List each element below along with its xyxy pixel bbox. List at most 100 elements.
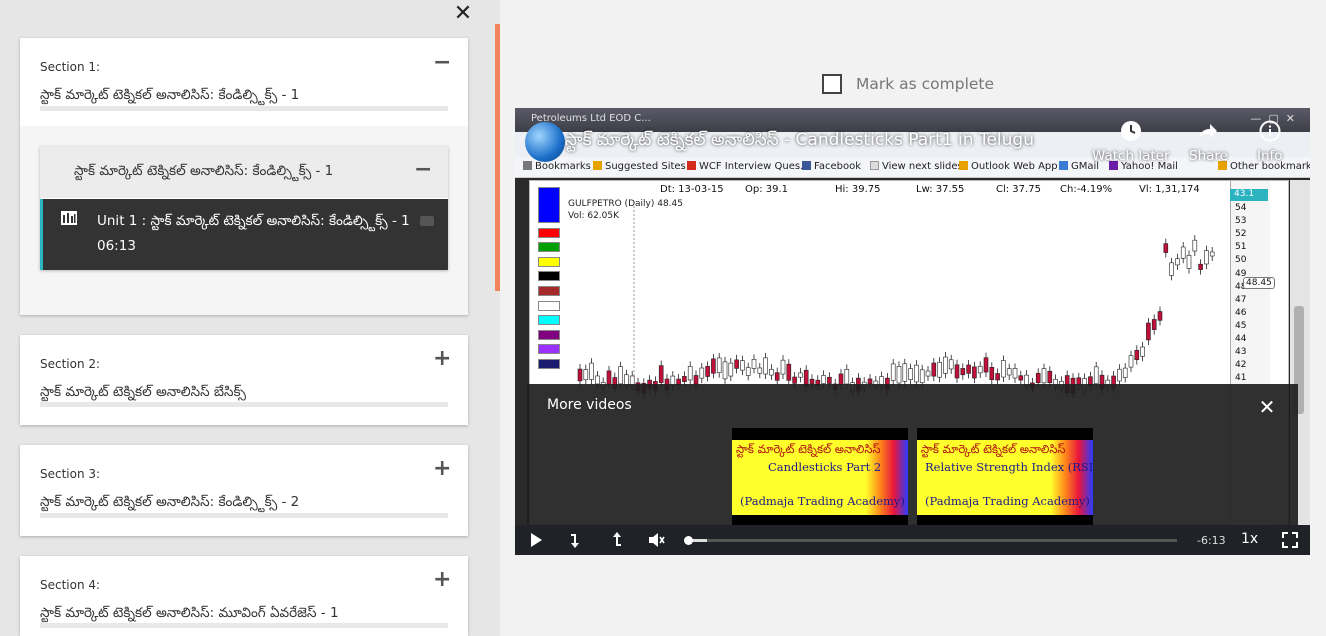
candle-body [658,365,664,383]
candle-body [1140,346,1145,357]
sidebar-scrollbar[interactable] [495,24,500,291]
suggested-video-2[interactable]: స్టాక్ మార్కెట్ టెక్నికల్ అనాలిసిస్ Rela… [917,428,1093,525]
price-tick: 44 [1235,334,1247,344]
thumb-line-3: (Padmaja Trading Academy) [740,494,905,508]
candle-body [606,370,612,385]
candle-body [1122,367,1128,378]
close-sidebar-icon[interactable]: ✕ [452,3,474,25]
thumb-line-3: (Padmaja Trading Academy) [925,494,1090,508]
checkbox-box[interactable] [822,74,842,94]
section-3[interactable]: Section 3: స్టాక్ మార్కెట్ టెక్నికల్ అనా… [20,445,468,536]
course-sidebar: ✕ Section 1: స్టాక్ మార్కెట్ టెక్నికల్ అ… [0,0,500,636]
price-tick: 47 [1235,294,1247,305]
info-button[interactable]: Info [1257,120,1283,164]
candle-body [966,364,971,374]
candle-body [983,357,989,373]
candle-body [1018,375,1024,381]
more-videos-panel: More videos ✕ స్టాక్ మార్కెట్ టెక్నికల్ … [527,384,1298,525]
collapse-icon[interactable]: − [433,52,451,74]
price-tick: 45 [1235,320,1247,331]
thumb-line-1: స్టాక్ మార్కెట్ టెక్నికల్ అనాలిసిస్ [736,442,881,456]
candle-body [745,367,751,376]
section-1: Section 1: స్టాక్ మార్కెట్ టెక్నికల్ అనా… [20,38,468,315]
candle-body [699,367,705,379]
price-tick: 46 [1235,307,1247,318]
candle-body [960,368,966,376]
section-label: Section 3: [40,467,101,481]
candle-body [711,358,716,374]
candle-body [989,367,995,381]
fullscreen-icon[interactable] [1281,531,1299,549]
candle-body [786,363,792,381]
price-tick: 42 [1235,360,1247,371]
section-progress-bar [40,402,448,407]
section-1-header[interactable]: Section 1: స్టాక్ మార్కెట్ టెక్నికల్ అనా… [20,38,468,106]
candle-body [943,356,948,374]
share-button[interactable]: Share [1189,120,1228,164]
expand-icon[interactable]: + [433,569,451,591]
expand-icon[interactable]: + [433,458,451,480]
candle-body [763,357,768,375]
video-player[interactable]: Petroleums Ltd EOD C... —▢✕ Bookmarks Su… [515,108,1310,555]
candle-body [914,364,919,383]
candle-body [1175,258,1180,266]
candle-body [1180,246,1186,259]
candle-body [1128,355,1134,368]
bookmark-item: Facebook [802,161,861,172]
candle-body [1209,251,1215,257]
candle-body [1093,366,1099,385]
candle-body [1186,255,1192,269]
section-4[interactable]: Section 4: స్టాక్ మార్కెట్ టెక్నికల్ అనా… [20,556,468,636]
candle-body [740,360,745,371]
play-icon[interactable] [527,531,545,549]
channel-avatar[interactable] [525,122,565,162]
candle-body [1157,311,1163,321]
video-title[interactable]: స్టాక్ మార్కెట్ టెక్నికల్ అనాలిసిస్ - Ca… [565,130,1034,154]
candle-body [1134,349,1140,360]
candle-body [1035,372,1041,384]
unit-1-item[interactable]: Unit 1 : స్టాక్ మార్కెట్ టెక్నికల్ అనాలి… [40,199,448,270]
candle-body [995,373,1000,381]
mark-complete-checkbox[interactable]: Mark as complete [822,73,994,95]
candle-body [693,375,699,385]
candle-body [1001,360,1006,378]
candle-body [896,366,902,384]
section-2[interactable]: Section 2: స్టాక్ మార్కెట్ టెక్నికల్ అనా… [20,335,468,425]
candle-body [1012,368,1018,379]
candle-body [577,368,583,382]
subsection-header[interactable]: స్టాక్ మార్కెట్ టెక్నికల్ అనాలిసిస్: కేం… [40,146,448,198]
candle-body [1163,243,1169,253]
rewind-icon[interactable] [567,531,585,549]
watch-later-button[interactable]: Watch later [1092,120,1170,164]
progress-knob[interactable] [684,536,693,545]
mark-complete-label: Mark as complete [856,75,995,93]
expand-icon[interactable]: + [433,348,451,370]
candle-body [716,357,722,373]
unit-status-icon [420,216,434,226]
share-arrow-icon [1199,124,1218,139]
candle-body [1006,368,1012,376]
section-4-header[interactable]: Section 4: స్టాక్ మార్కెట్ టెక్నికల్ అనా… [20,556,468,624]
candle-body [595,375,600,385]
candle-body [682,376,687,382]
forward-icon[interactable] [607,531,625,549]
section-title: స్టాక్ మార్కెట్ టెక్నికల్ అనాలిసిస్: మూవ… [40,605,339,621]
unit-title: Unit 1 : స్టాక్ మార్కెట్ టెక్నికల్ అనాలి… [97,213,410,229]
bookmark-item: Bookmarks [523,161,591,172]
close-more-videos-icon[interactable]: ✕ [1256,396,1278,418]
bookmark-item: Outlook Web App [959,161,1058,172]
section-2-header[interactable]: Section 2: స్టాక్ మార్కెట్ టెక్నికల్ అనా… [20,335,468,403]
candle-body [1047,370,1053,384]
suggested-video-1[interactable]: స్టాక్ మార్కెట్ టెక్నికల్ అనాలిసిస్ Cand… [732,428,908,525]
mute-icon[interactable] [647,531,665,549]
candle-body [890,363,896,381]
video-progress-bar[interactable] [684,536,1177,545]
price-highlight: 43.1 [1230,189,1268,201]
section-3-header[interactable]: Section 3: స్టాక్ మార్కెట్ టెక్నికల్ అనా… [20,445,468,513]
unit-duration: 06:13 [97,238,136,254]
playback-speed-button[interactable]: 1x [1241,531,1258,547]
candle-body [827,376,832,384]
collapse-icon[interactable]: − [414,159,432,181]
current-price-tag: 48.45 [1243,277,1275,289]
candle-body [1192,239,1198,252]
